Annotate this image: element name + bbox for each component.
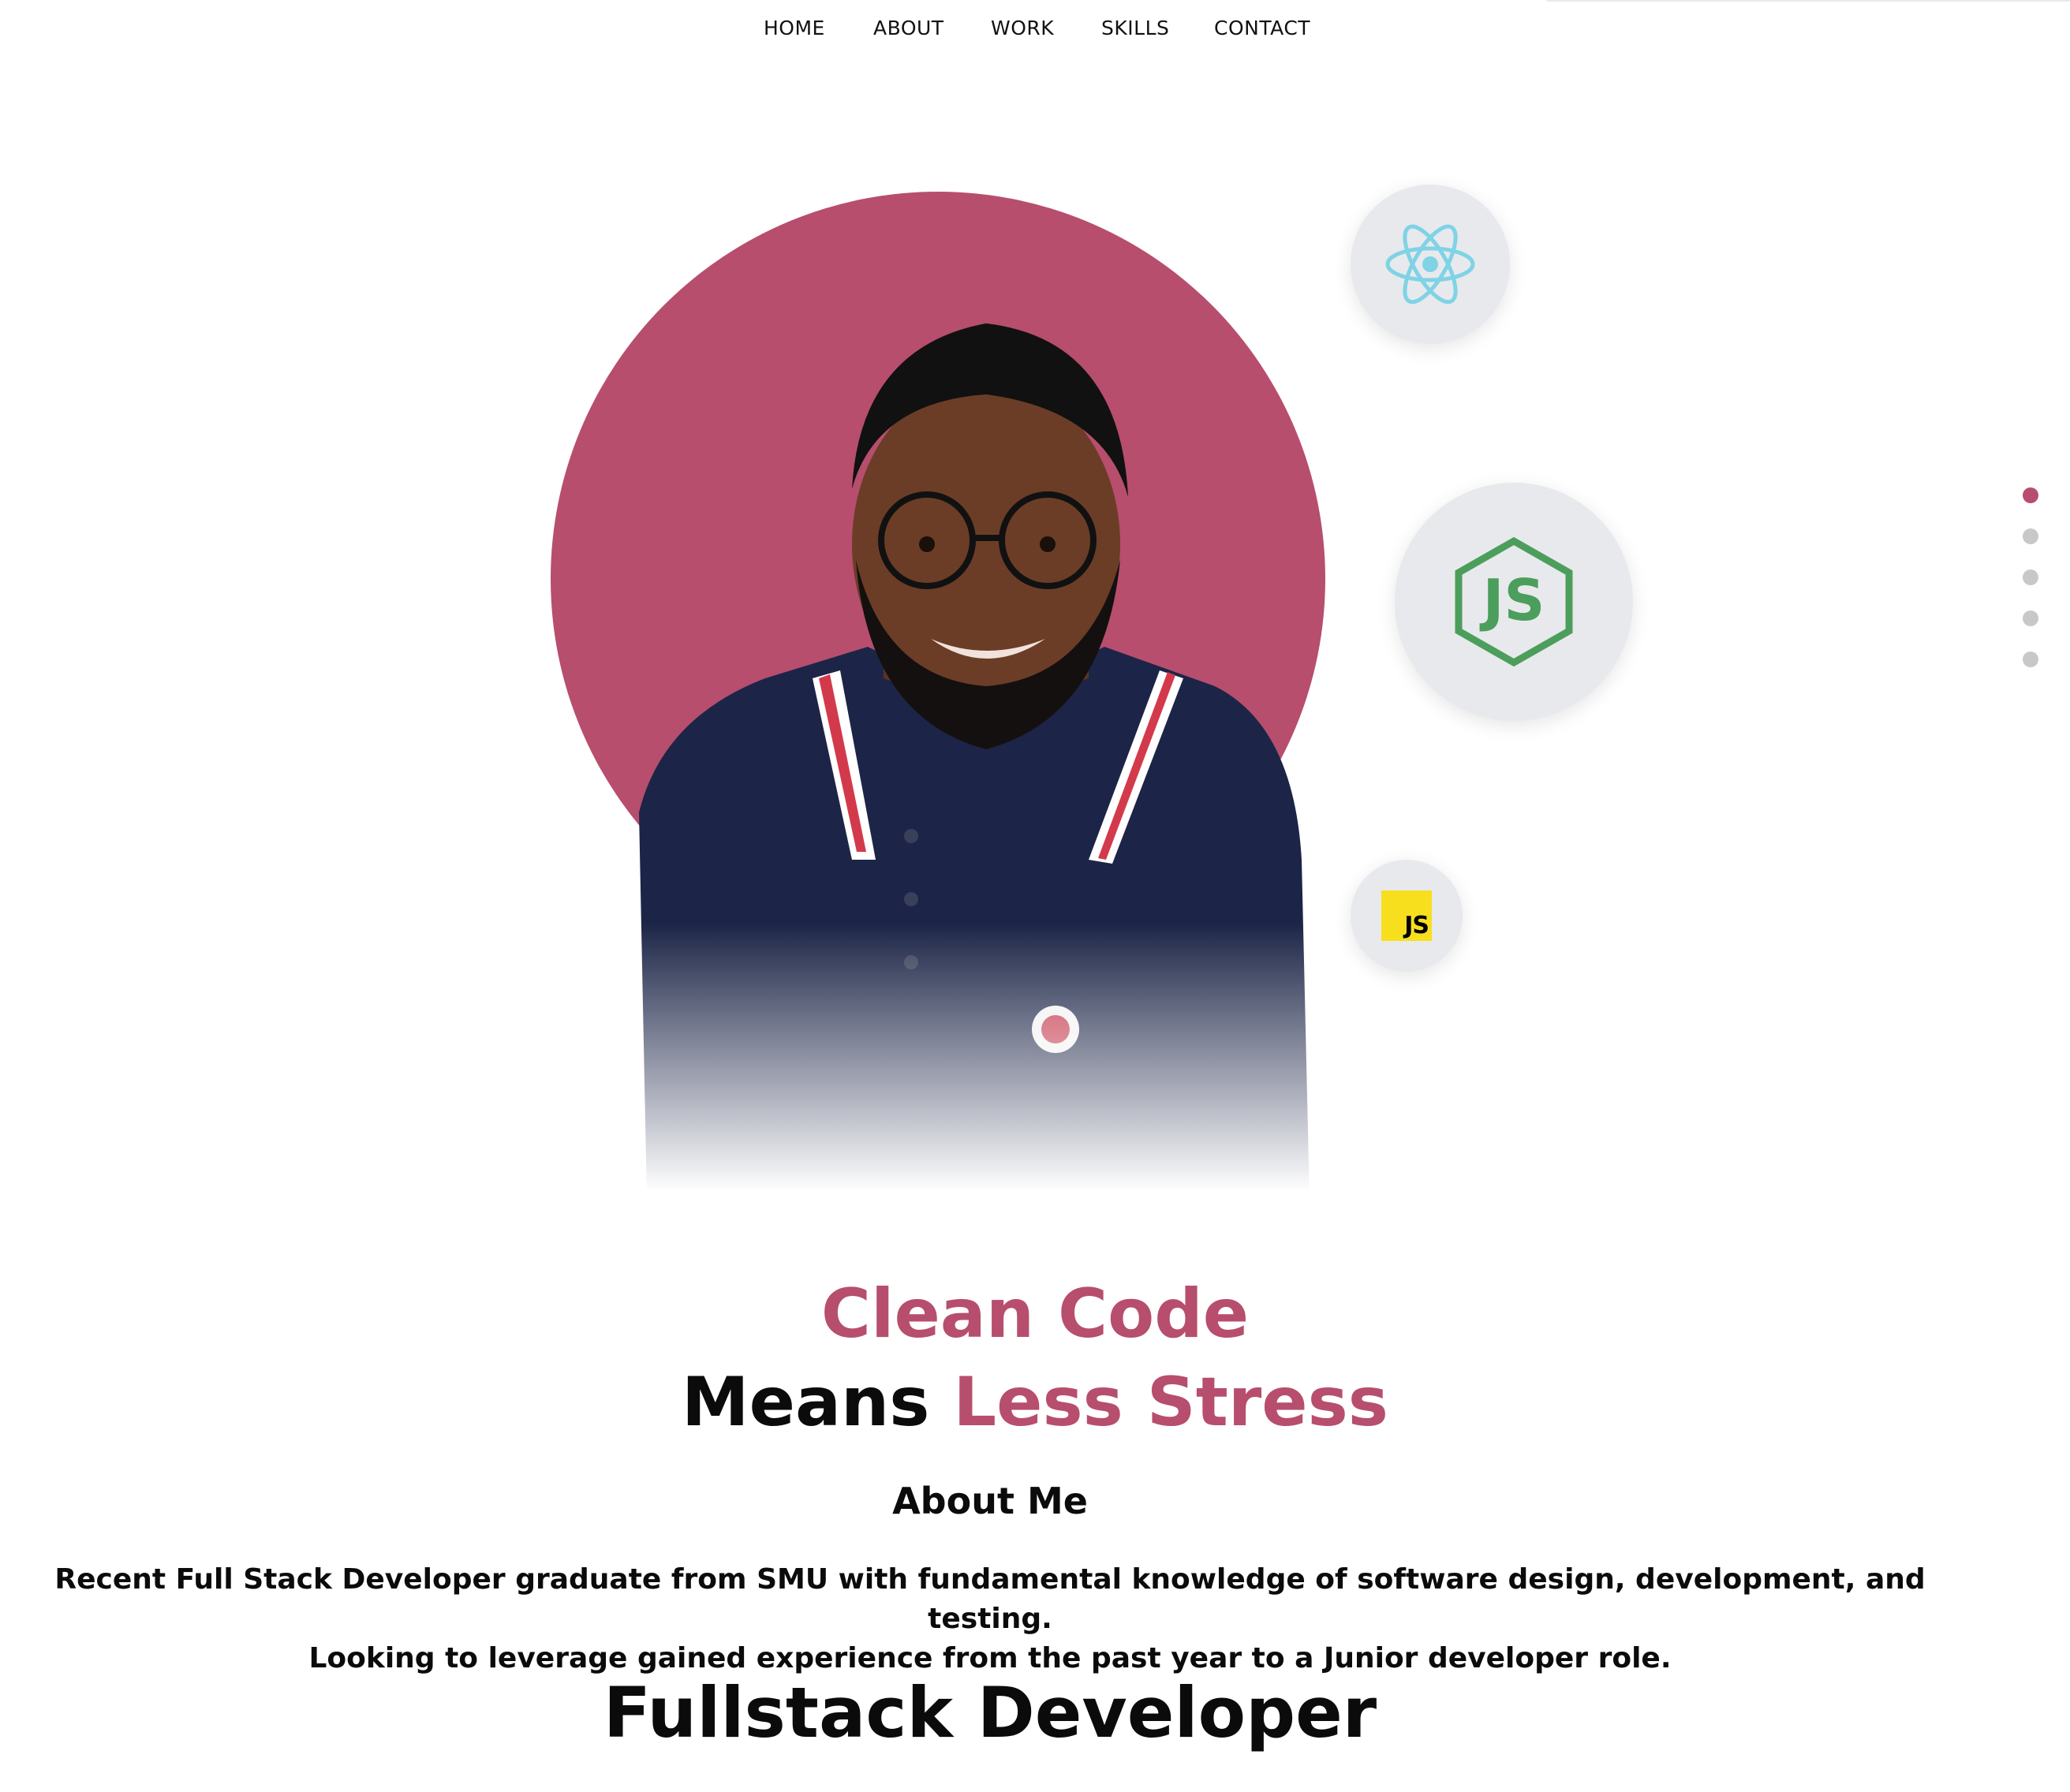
javascript-bubble: JS <box>1351 860 1463 972</box>
svg-text:JS: JS <box>1479 567 1545 633</box>
headline-line1: Clean Code <box>820 1275 1250 1353</box>
window-edge-shadow <box>1546 0 2070 2</box>
nav-skills[interactable]: SKILLS <box>1101 11 1169 46</box>
headline-line2: Means Less Stress <box>0 1358 2070 1447</box>
react-bubble <box>1351 185 1510 344</box>
section-dot-1[interactable] <box>2023 487 2038 503</box>
nodejs-icon: JS <box>1455 536 1573 667</box>
photo-fade-overlay <box>615 923 1325 1215</box>
headline-means: Means <box>682 1363 930 1442</box>
section-dot-2[interactable] <box>2023 528 2038 544</box>
section-dot-5[interactable] <box>2023 651 2038 667</box>
about-line1: Recent Full Stack Developer graduate fro… <box>54 1563 1926 1635</box>
section-dot-3[interactable] <box>2023 569 2038 585</box>
section-dots <box>2023 487 2038 693</box>
section-dot-4[interactable] <box>2023 610 2038 626</box>
nav-home[interactable]: HOME <box>764 11 825 46</box>
role-title: Fullstack Developer <box>603 1672 1377 1753</box>
about-text: Recent Full Stack Developer graduate fro… <box>0 1560 1980 1678</box>
main-nav: HOME ABOUT WORK SKILLS CONTACT <box>0 11 2070 46</box>
nav-work[interactable]: WORK <box>991 11 1054 46</box>
about-title: About Me <box>892 1480 1088 1522</box>
react-icon <box>1385 224 1475 304</box>
nodejs-bubble: JS <box>1395 483 1633 721</box>
headline-less-stress: Less Stress <box>953 1363 1388 1442</box>
nav-contact[interactable]: CONTACT <box>1214 11 1310 46</box>
javascript-icon: JS <box>1381 890 1432 941</box>
nav-about[interactable]: ABOUT <box>873 11 944 46</box>
